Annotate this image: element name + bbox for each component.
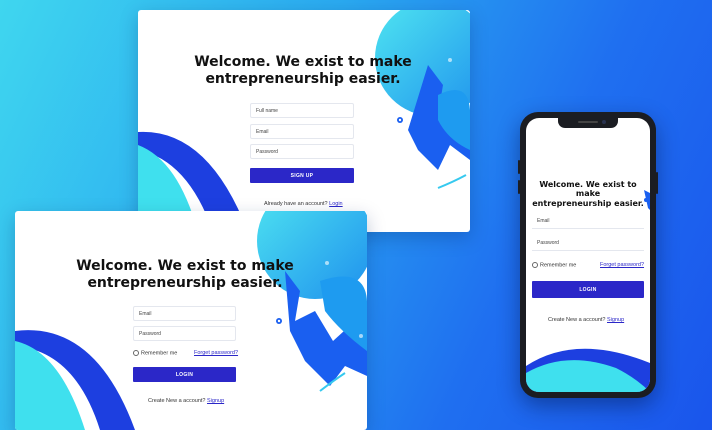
login-footer: Create New a account? Signup bbox=[148, 398, 224, 404]
phone-signup-link[interactable]: Signup bbox=[607, 317, 624, 323]
remember-label: Remember me bbox=[141, 350, 178, 357]
signup-footer-text: Already have an account? bbox=[264, 201, 328, 207]
signup-footer: Already have an account? Login bbox=[264, 201, 343, 207]
login-password-field[interactable]: Password bbox=[133, 326, 236, 341]
login-email-placeholder: Email bbox=[139, 310, 152, 317]
login-link[interactable]: Login bbox=[329, 201, 342, 207]
email-placeholder: Email bbox=[256, 128, 269, 135]
phone-remember-label: Remember me bbox=[540, 262, 577, 269]
phone-remember-checkbox[interactable] bbox=[532, 262, 538, 268]
phone-volume-up bbox=[518, 160, 520, 174]
remember-me[interactable]: Remember me bbox=[133, 350, 177, 356]
signup-card: Welcome. We exist to make entrepreneursh… bbox=[138, 10, 470, 232]
phone-forgot-password-link[interactable]: Forget password? bbox=[600, 262, 644, 268]
phone-volume-down bbox=[518, 180, 520, 194]
phone-screen: Welcome. We exist to make entrepreneursh… bbox=[526, 118, 650, 392]
forgot-password-link[interactable]: Forget password? bbox=[194, 350, 238, 356]
phone-mockup: Welcome. We exist to make entrepreneursh… bbox=[518, 112, 658, 398]
login-headline: Welcome. We exist to make entrepreneursh… bbox=[75, 258, 295, 291]
phone-headline: Welcome. We exist to make entrepreneursh… bbox=[530, 180, 646, 208]
password-field[interactable]: Password bbox=[250, 144, 354, 159]
signup-headline-line2: entrepreneurship easier. bbox=[205, 70, 401, 87]
phone-remember-me[interactable]: Remember me bbox=[532, 262, 576, 268]
phone-login-button[interactable]: LOGIN bbox=[532, 281, 644, 298]
phone-camera bbox=[602, 120, 606, 124]
fullname-field[interactable]: Full name bbox=[250, 103, 354, 118]
login-password-placeholder: Password bbox=[139, 330, 161, 337]
password-placeholder: Password bbox=[256, 148, 278, 155]
phone-footer-text: Create New a account? bbox=[548, 317, 606, 323]
login-email-field[interactable]: Email bbox=[133, 306, 236, 321]
login-button[interactable]: LOGIN bbox=[133, 367, 236, 382]
signup-headline-line1: Welcome. We exist to make bbox=[194, 54, 412, 70]
login-card: Welcome. We exist to make entrepreneursh… bbox=[15, 211, 367, 430]
signup-button[interactable]: SIGN UP bbox=[250, 168, 354, 183]
login-headline-line2: entrepreneurship easier. bbox=[87, 274, 283, 291]
signup-headline: Welcome. We exist to make entrepreneursh… bbox=[193, 54, 413, 87]
email-field[interactable]: Email bbox=[250, 124, 354, 139]
phone-decoration bbox=[526, 190, 650, 392]
signup-link[interactable]: Signup bbox=[207, 398, 224, 404]
phone-speaker bbox=[578, 121, 598, 123]
login-footer-text: Create New a account? bbox=[148, 398, 206, 404]
login-headline-line1: Welcome. We exist to make bbox=[76, 258, 294, 274]
signup-decoration bbox=[138, 10, 470, 232]
fullname-placeholder: Full name bbox=[256, 107, 278, 114]
remember-checkbox[interactable] bbox=[133, 350, 139, 356]
phone-password-field[interactable]: Password bbox=[532, 236, 644, 251]
phone-password-placeholder: Password bbox=[537, 240, 559, 246]
phone-footer: Create New a account? Signup bbox=[548, 317, 624, 323]
phone-headline-line1: Welcome. We exist to make bbox=[539, 180, 637, 199]
phone-email-field[interactable]: Email bbox=[532, 214, 644, 229]
phone-notch bbox=[558, 118, 618, 128]
phone-email-placeholder: Email bbox=[537, 218, 550, 224]
phone-headline-line2: entrepreneurship easier. bbox=[532, 198, 644, 208]
phone-power-button bbox=[656, 172, 658, 194]
